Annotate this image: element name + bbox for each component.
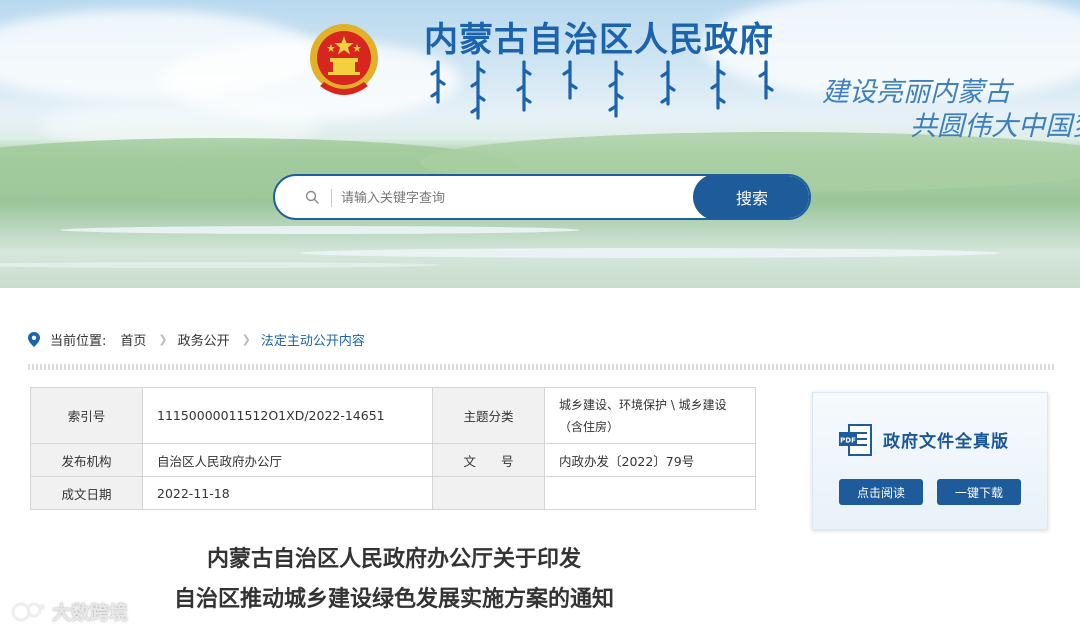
breadcrumb-item-government-affairs[interactable]: 政务公开 <box>178 330 230 349</box>
issuer-value: 自治区人民政府办公厅 <box>142 443 433 477</box>
search-separator <box>331 189 332 207</box>
breadcrumb-separator: ❯ <box>158 333 168 346</box>
mongolian-script-title <box>430 60 774 120</box>
empty-cell <box>432 476 545 510</box>
watermark-text: 大数跨境 <box>52 602 129 624</box>
date-label: 成文日期 <box>30 476 143 510</box>
issuer-label: 发布机构 <box>30 443 143 477</box>
breadcrumb-item-current[interactable]: 法定主动公开内容 <box>261 330 365 349</box>
document-title: 内蒙古自治区人民政府办公厅关于印发 自治区推动城乡建设绿色发展实施方案的通知 <box>114 540 674 620</box>
read-online-button[interactable]: 点击阅读 <box>839 479 923 505</box>
search-icon <box>305 190 319 204</box>
search-button[interactable]: 搜索 <box>693 176 809 218</box>
table-row: 成文日期 2022-11-18 <box>30 476 756 510</box>
breadcrumb-item-home[interactable]: 首页 <box>120 330 146 349</box>
fulltext-version-card: PDF 政府文件全真版 点击阅读 一键下载 <box>812 392 1048 530</box>
watermark-logo-icon <box>11 602 45 621</box>
slogan-line-2: 共圆伟大中国梦 <box>910 111 1080 142</box>
banner-river <box>0 262 440 268</box>
docno-value: 内政办发〔2022〕79号 <box>544 443 756 477</box>
search-bar: 搜索 <box>273 174 811 220</box>
document-title-line-1: 内蒙古自治区人民政府办公厅关于印发 <box>206 547 581 572</box>
document-title-line-2: 自治区推动城乡建设绿色发展实施方案的通知 <box>173 587 614 612</box>
topic-value: 城乡建设、环境保护 \ 城乡建设（含住房） <box>544 387 756 444</box>
download-button[interactable]: 一键下载 <box>937 479 1021 505</box>
fulltext-card-title: 政府文件全真版 <box>883 432 1009 452</box>
breadcrumb: 当前位置: 首页 ❯ 政务公开 ❯ 法定主动公开内容 <box>28 330 371 349</box>
table-row: 发布机构 自治区人民政府办公厅 文 号 内政办发〔2022〕79号 <box>30 443 756 477</box>
national-emblem-icon <box>310 24 378 95</box>
site-title: 内蒙古自治区人民政府 <box>424 20 774 60</box>
document-meta-table: 索引号 11150000011512O1XD/2022-14651 主题分类 城… <box>30 387 756 510</box>
watermark: 大数跨境 <box>10 598 128 625</box>
location-pin-icon <box>28 332 40 347</box>
breadcrumb-label: 当前位置: <box>50 334 107 349</box>
search-input[interactable] <box>341 185 681 211</box>
index-label: 索引号 <box>30 387 143 444</box>
topic-label: 主题分类 <box>432 387 545 444</box>
date-value: 2022-11-18 <box>142 476 433 510</box>
main-content: 当前位置: 首页 ❯ 政务公开 ❯ 法定主动公开内容 索引号 111500000… <box>4 290 1080 634</box>
table-row: 索引号 11150000011512O1XD/2022-14651 主题分类 城… <box>30 387 756 444</box>
index-value: 11150000011512O1XD/2022-14651 <box>142 387 433 444</box>
svg-text:PDF: PDF <box>840 437 856 445</box>
empty-cell <box>544 476 756 510</box>
banner-river <box>60 226 580 234</box>
pdf-file-icon: PDF <box>839 424 872 456</box>
breadcrumb-separator: ❯ <box>241 333 251 346</box>
banner-river <box>300 248 1000 258</box>
header-banner: 内蒙古自治区人民政府 建设亮丽内蒙古 共圆伟大中国梦 搜索 <box>0 0 1080 288</box>
dotted-divider <box>28 364 1056 370</box>
docno-label: 文 号 <box>432 443 545 477</box>
